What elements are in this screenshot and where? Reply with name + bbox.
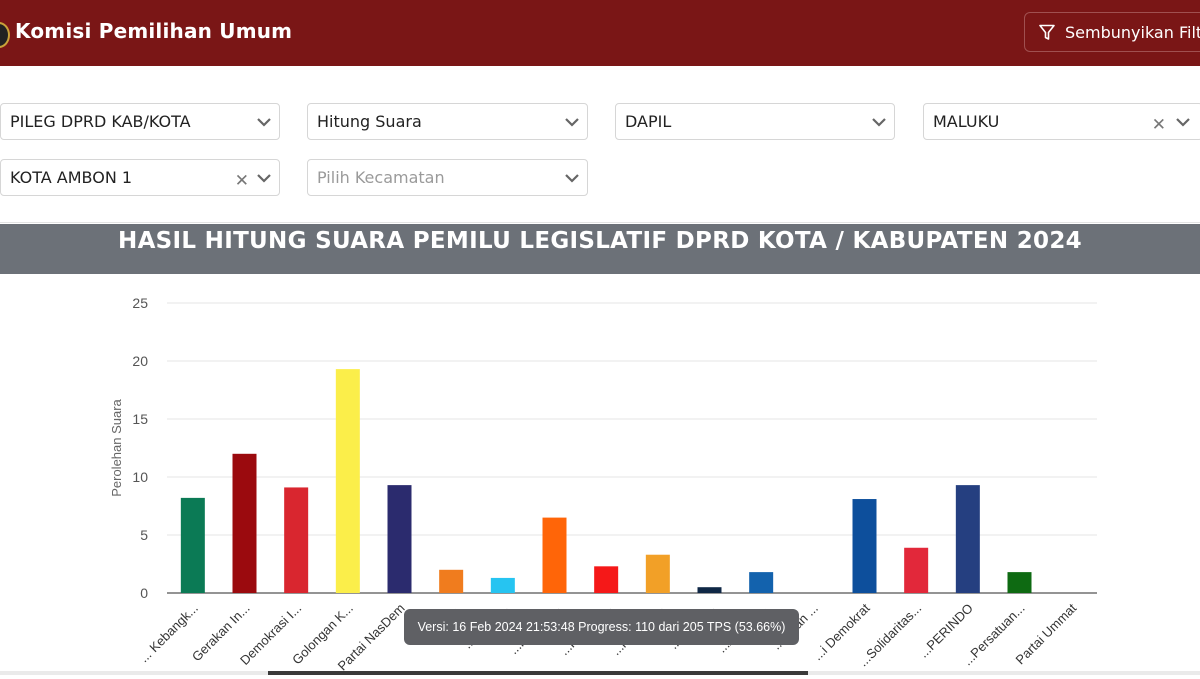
chevron-down-icon	[1176, 118, 1190, 127]
bar	[387, 485, 412, 593]
y-tick-label: 0	[140, 585, 148, 601]
bar	[335, 369, 360, 593]
chevron-down-icon	[565, 118, 579, 127]
chevron-down-icon	[257, 174, 271, 183]
dapil-select[interactable]: KOTA AMBON 1 ✕	[0, 159, 280, 196]
bar	[697, 587, 722, 593]
y-tick-label: 5	[140, 527, 148, 543]
y-tick-label: 25	[132, 295, 148, 311]
bar	[439, 569, 464, 593]
bar	[594, 566, 619, 593]
province-select[interactable]: MALUKU ✕	[923, 103, 1200, 140]
hide-filter-button[interactable]: Sembunyikan Filter	[1024, 12, 1200, 52]
province-value: MALUKU	[933, 112, 1000, 131]
top-navbar: Komisi Pemilihan Umum Sembunyikan Filter	[0, 0, 1200, 66]
bar	[180, 497, 205, 593]
count-type-select[interactable]: Hitung Suara	[307, 103, 588, 140]
y-tick-label: 10	[132, 469, 148, 485]
bar	[232, 453, 257, 593]
bar	[852, 499, 877, 593]
chevron-down-icon	[257, 118, 271, 127]
filter-icon	[1039, 24, 1055, 40]
app-title: Komisi Pemilihan Umum	[15, 19, 293, 43]
hide-filter-label: Sembunyikan Filter	[1065, 22, 1200, 42]
bar	[284, 487, 309, 593]
kecamatan-placeholder: Pilih Kecamatan	[317, 168, 445, 187]
dapil-value: KOTA AMBON 1	[10, 168, 133, 187]
bar	[542, 517, 567, 593]
region-type-value: DAPIL	[625, 112, 672, 131]
election-type-value: PILEG DPRD KAB/KOTA	[10, 112, 191, 131]
bar	[1007, 572, 1032, 593]
bar	[955, 485, 980, 593]
y-tick-label: 15	[132, 411, 148, 427]
election-type-select[interactable]: PILEG DPRD KAB/KOTA	[0, 103, 280, 140]
kecamatan-select[interactable]: Pilih Kecamatan	[307, 159, 588, 196]
y-axis-label: Perolehan Suara	[109, 398, 124, 496]
chevron-down-icon	[565, 174, 579, 183]
bar	[645, 554, 670, 593]
chevron-down-icon	[872, 118, 886, 127]
clear-icon[interactable]: ✕	[1152, 116, 1166, 134]
bar	[749, 572, 774, 593]
chart-title: HASIL HITUNG SUARA PEMILU LEGISLATIF DPR…	[0, 224, 1200, 274]
count-type-value: Hitung Suara	[317, 112, 422, 131]
kpu-logo-icon	[0, 22, 10, 48]
section-divider	[0, 222, 1200, 223]
bar	[904, 547, 929, 593]
bar	[490, 577, 515, 593]
clear-icon[interactable]: ✕	[235, 172, 249, 190]
region-type-select[interactable]: DAPIL	[615, 103, 895, 140]
y-tick-label: 20	[132, 353, 148, 369]
version-tooltip: Versi: 16 Feb 2024 21:53:48 Progress: 11…	[404, 609, 799, 645]
horizontal-scrollbar-thumb[interactable]	[268, 671, 808, 675]
